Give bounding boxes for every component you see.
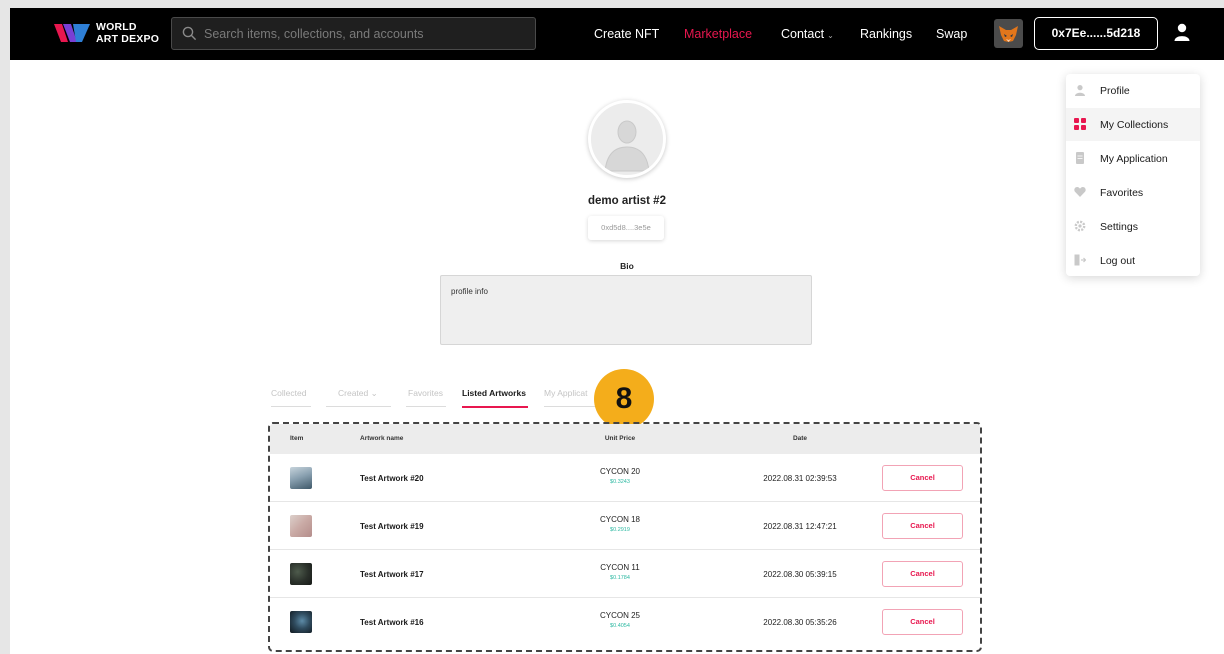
profile-address[interactable]: 0xd5d8....3e5e [588, 216, 664, 240]
tab-underline [544, 406, 600, 407]
tab-favorites[interactable]: Favorites [408, 388, 443, 398]
table-row: Test Artwork #20 CYCON 20 $0.3243 2022.0… [270, 454, 980, 502]
cancel-button[interactable]: Cancel [882, 561, 963, 587]
menu-label: Favorites [1100, 187, 1144, 199]
header-artwork-name: Artwork name [360, 435, 404, 442]
menu-item-log-out[interactable]: Log out [1066, 244, 1200, 277]
fox-icon [999, 26, 1018, 42]
usd-price: $0.3243 [610, 479, 630, 485]
menu-label: Profile [1100, 85, 1130, 97]
logo-text[interactable]: WORLD ART DEXPO [96, 21, 159, 45]
tab-created-label: Created [338, 388, 369, 398]
tab-my-application[interactable]: My Applicat [544, 388, 587, 398]
chevron-down-icon: ⌄ [368, 388, 378, 398]
artwork-name[interactable]: Test Artwork #17 [360, 570, 424, 579]
tab-underline [271, 406, 311, 407]
search-icon [182, 26, 197, 41]
menu-item-profile[interactable]: Profile [1066, 74, 1200, 107]
tab-underline [406, 406, 446, 407]
nav-contact-label: Contact [781, 27, 825, 41]
user-icon [1075, 85, 1085, 96]
tab-created[interactable]: Created ⌄ [338, 388, 378, 399]
tab-listed-artworks[interactable]: Listed Artworks [462, 388, 526, 398]
grid-icon [1074, 118, 1086, 130]
listed-date: 2022.08.31 12:47:21 [763, 522, 837, 531]
header-item: Item [290, 435, 304, 442]
chevron-down-icon: ⌄ [827, 31, 834, 40]
artwork-thumbnail[interactable] [290, 611, 312, 633]
usd-price: $0.2919 [610, 527, 630, 533]
logo-line-2: ART DEXPO [96, 33, 160, 45]
listed-date: 2022.08.31 02:39:53 [763, 474, 837, 483]
nav-create-nft[interactable]: Create NFT [594, 27, 659, 41]
header-date: Date [792, 435, 808, 442]
artwork-thumbnail[interactable] [290, 563, 312, 585]
top-nav: WORLD ART DEXPO Create NFT Marketplace C… [10, 8, 1224, 60]
avatar [588, 100, 666, 178]
nav-swap[interactable]: Swap [936, 27, 967, 41]
menu-label: Log out [1100, 255, 1136, 267]
table-row: Test Artwork #17 CYCON 11 $0.1784 2022.0… [270, 550, 980, 598]
tab-underline [326, 406, 391, 407]
menu-item-my-collections[interactable]: My Collections [1066, 108, 1200, 141]
menu-item-my-application[interactable]: My Application [1066, 142, 1200, 175]
unit-price: CYCON 20 [599, 467, 640, 476]
artwork-thumbnail[interactable] [290, 467, 312, 489]
bio-label: Bio [620, 261, 634, 271]
app-window: WORLD ART DEXPO Create NFT Marketplace C… [10, 8, 1224, 654]
menu-label: My Collections [1100, 119, 1169, 131]
cancel-button[interactable]: Cancel [882, 513, 963, 539]
wallet-address-button[interactable]: 0x7Ee......5d218 [1034, 17, 1158, 50]
tab-collected[interactable]: Collected [271, 388, 306, 398]
gear-icon [1074, 220, 1086, 232]
document-icon [1076, 152, 1084, 164]
nav-marketplace[interactable]: Marketplace [684, 27, 752, 41]
user-icon[interactable] [1173, 22, 1191, 42]
usd-price: $0.4054 [610, 623, 630, 629]
listed-date: 2022.08.30 05:35:26 [763, 618, 837, 627]
menu-label: Settings [1100, 221, 1138, 233]
bio-text: profile info [440, 275, 812, 345]
profile-name: demo artist #2 [588, 195, 666, 207]
header-unit-price: Unit Price [604, 435, 636, 442]
step-number-badge: 8 [594, 369, 654, 429]
logout-icon [1074, 254, 1086, 266]
metamask-icon[interactable] [994, 19, 1023, 48]
search-box [171, 17, 536, 50]
table-header: Item Artwork name Unit Price Date [270, 424, 980, 454]
unit-price: CYCON 25 [599, 611, 640, 620]
table-row: Test Artwork #16 CYCON 25 $0.4054 2022.0… [270, 598, 980, 646]
cancel-button[interactable]: Cancel [882, 465, 963, 491]
nav-rankings[interactable]: Rankings [860, 27, 912, 41]
logo-icon[interactable] [54, 20, 90, 46]
user-dropdown-menu: Profile My Collections My Application Fa… [1066, 74, 1200, 276]
menu-label: My Application [1100, 153, 1168, 165]
nav-contact[interactable]: Contact ⌄ [781, 27, 834, 43]
artwork-name[interactable]: Test Artwork #16 [360, 618, 424, 627]
artwork-name[interactable]: Test Artwork #19 [360, 522, 424, 531]
tab-underline-active [462, 406, 528, 408]
cancel-button[interactable]: Cancel [882, 609, 963, 635]
artwork-thumbnail[interactable] [290, 515, 312, 537]
artwork-name[interactable]: Test Artwork #20 [360, 474, 424, 483]
search-input[interactable] [204, 18, 524, 49]
menu-item-favorites[interactable]: Favorites [1066, 176, 1200, 209]
usd-price: $0.1784 [610, 575, 630, 581]
listed-date: 2022.08.30 05:39:15 [763, 570, 837, 579]
listed-artworks-table: Item Artwork name Unit Price Date Test A… [268, 422, 982, 652]
person-silhouette-icon [591, 103, 663, 175]
logo-line-1: WORLD [96, 21, 137, 33]
unit-price: CYCON 11 [600, 563, 640, 572]
heart-icon [1074, 187, 1086, 197]
menu-item-settings[interactable]: Settings [1066, 210, 1200, 243]
unit-price: CYCON 18 [599, 515, 640, 524]
table-row: Test Artwork #19 CYCON 18 $0.2919 2022.0… [270, 502, 980, 550]
